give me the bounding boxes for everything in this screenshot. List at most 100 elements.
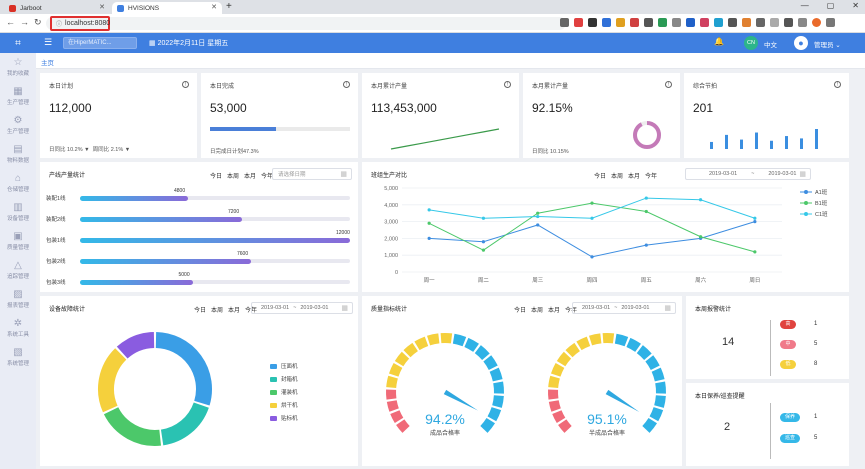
trend-line [390,128,500,150]
url-field[interactable]: ⓘ localhost:8080 [50,16,110,31]
extension-icon[interactable] [602,18,611,27]
extension-icon[interactable] [574,18,583,27]
extension-icon[interactable] [686,18,695,27]
legend-swatch [270,363,277,369]
filter-week[interactable]: 本周 [211,305,223,314]
avatar[interactable]: ● [794,36,808,50]
date-range-picker[interactable]: 2019-03-01 ~ 2019-03-01 ▦ [685,168,811,180]
calendar-icon: ▦ [341,305,348,312]
alarm-level-badge[interactable]: 巡查 [780,434,800,443]
new-tab-button[interactable]: + [226,1,232,12]
legend-item: 烘干机 [270,401,298,409]
maximize-icon[interactable]: ▢ [827,1,835,10]
extension-icon[interactable] [728,18,737,27]
logo-icon[interactable]: ⌗ [0,33,36,53]
sidebar-item[interactable]: ▥ 设备管理 [0,202,36,230]
info-icon[interactable]: ! [834,81,841,88]
alarm-level-badge[interactable]: 中 [780,340,796,349]
menu-toggle-icon[interactable]: ☰ [44,37,52,48]
sidebar-item[interactable]: △ 追踪管理 [0,260,36,288]
y-tick-label: 5,000 [384,186,398,192]
info-icon[interactable]: ! [182,81,189,88]
back-icon[interactable]: ← [6,17,15,27]
alarm-level-badge[interactable]: 保养 [780,413,800,422]
minimize-icon[interactable]: — [801,1,809,10]
filter-week[interactable]: 本周 [531,305,543,314]
filter-month[interactable]: 本月 [244,171,256,180]
extension-icon[interactable] [700,18,709,27]
extension-icon[interactable] [560,18,569,27]
profile-icon[interactable] [812,18,821,27]
filter-year[interactable]: 今年 [645,171,657,180]
sidebar-item[interactable]: ▧ 系统管理 [0,347,36,375]
browser-tab-hvisions[interactable]: HVISIONS ✕ [112,2,222,14]
date-picker[interactable]: 请选择日期 ▦ [272,168,352,180]
url-text: localhost:8080 [65,20,111,27]
sidebar-item[interactable]: ▣ 质量管理 [0,231,36,259]
filter-month[interactable]: 本月 [628,171,640,180]
extension-icon[interactable] [770,18,779,27]
sidebar-item-label: 我的收藏 [6,71,29,77]
extension-icon[interactable] [658,18,667,27]
info-icon[interactable]: ! [504,81,511,88]
browser-tab-jarboot[interactable]: Jarboot ✕ [4,2,110,14]
card-title: 产线产量统计 [49,173,86,179]
series-point [481,240,486,244]
close-icon[interactable]: ✕ [99,3,105,11]
alarm-level-badge[interactable]: 高 [780,320,796,329]
bell-icon[interactable]: 🔔 [714,37,724,46]
info-icon[interactable]: ! [343,81,350,88]
date-range-picker[interactable]: 2019-03-01 ~ 2019-03-01 ▦ [572,302,676,314]
date-to: 2019-03-01 [768,171,797,177]
menu-icon[interactable] [826,18,835,27]
box-icon: ▤ [13,144,23,155]
filter-week[interactable]: 本周 [227,171,239,180]
close-window-icon[interactable]: ✕ [852,1,859,10]
x-tick-label: 周日 [749,277,760,284]
sidebar-item-label: 系统工具 [6,332,29,338]
filter-today[interactable]: 今日 [210,171,222,180]
extension-icon[interactable] [714,18,723,27]
sidebar-item[interactable]: ▤ 物料数据 [0,144,36,172]
extension-icon[interactable] [798,18,807,27]
sidebar-item[interactable]: ▦ 生产管理 [0,86,36,114]
sidebar-item[interactable]: ✲ 系统工具 [0,318,36,346]
language-switch[interactable]: 中文 [764,39,777,49]
extension-icon[interactable] [672,18,681,27]
filter-month[interactable]: 本月 [228,305,240,314]
address-bar[interactable] [46,17,566,30]
sidebar-item[interactable]: ⌂ 仓储管理 [0,173,36,201]
extension-icon[interactable] [756,18,765,27]
close-icon[interactable]: ✕ [211,3,217,11]
card-title: 质量指标统计 [371,307,408,313]
date-range-picker[interactable]: 2019-03-01 ~ 2019-03-01 ▦ [251,302,353,314]
extension-icon[interactable] [588,18,597,27]
extension-icon[interactable] [784,18,793,27]
search-input[interactable]: 在HiperMATIC... [63,37,137,49]
extension-icon[interactable] [644,18,653,27]
lang-badge[interactable]: CN [744,36,758,50]
filter-today[interactable]: 今日 [194,305,206,314]
user-menu[interactable]: 管理员 ⌄ [814,39,841,49]
filter-today[interactable]: 今日 [514,305,526,314]
bar-value: 5000 [178,272,190,278]
extension-icon[interactable] [616,18,625,27]
reload-icon[interactable]: ↻ [34,17,42,28]
series-line [429,221,756,258]
filter-week[interactable]: 本周 [611,171,623,180]
sidebar-item-label: 报表管理 [6,303,29,309]
extension-icon[interactable] [630,18,639,27]
date-from: 2019-03-01 [709,171,738,177]
extension-icon[interactable] [742,18,751,27]
takt-bar [815,129,818,149]
forward-icon[interactable]: → [20,17,29,27]
sidebar-item[interactable]: ☆ 我的收藏 [0,57,36,85]
gauge-segment [655,381,666,394]
filter-today[interactable]: 今日 [594,171,606,180]
alarm-level-badge[interactable]: 低 [780,360,796,369]
gauge-value: 95.1% [587,411,627,427]
info-icon[interactable]: ! [665,81,672,88]
sidebar-item[interactable]: ▨ 报表管理 [0,289,36,317]
filter-month[interactable]: 本月 [548,305,560,314]
sidebar-item[interactable]: ⚙ 生产管理 [0,115,36,143]
